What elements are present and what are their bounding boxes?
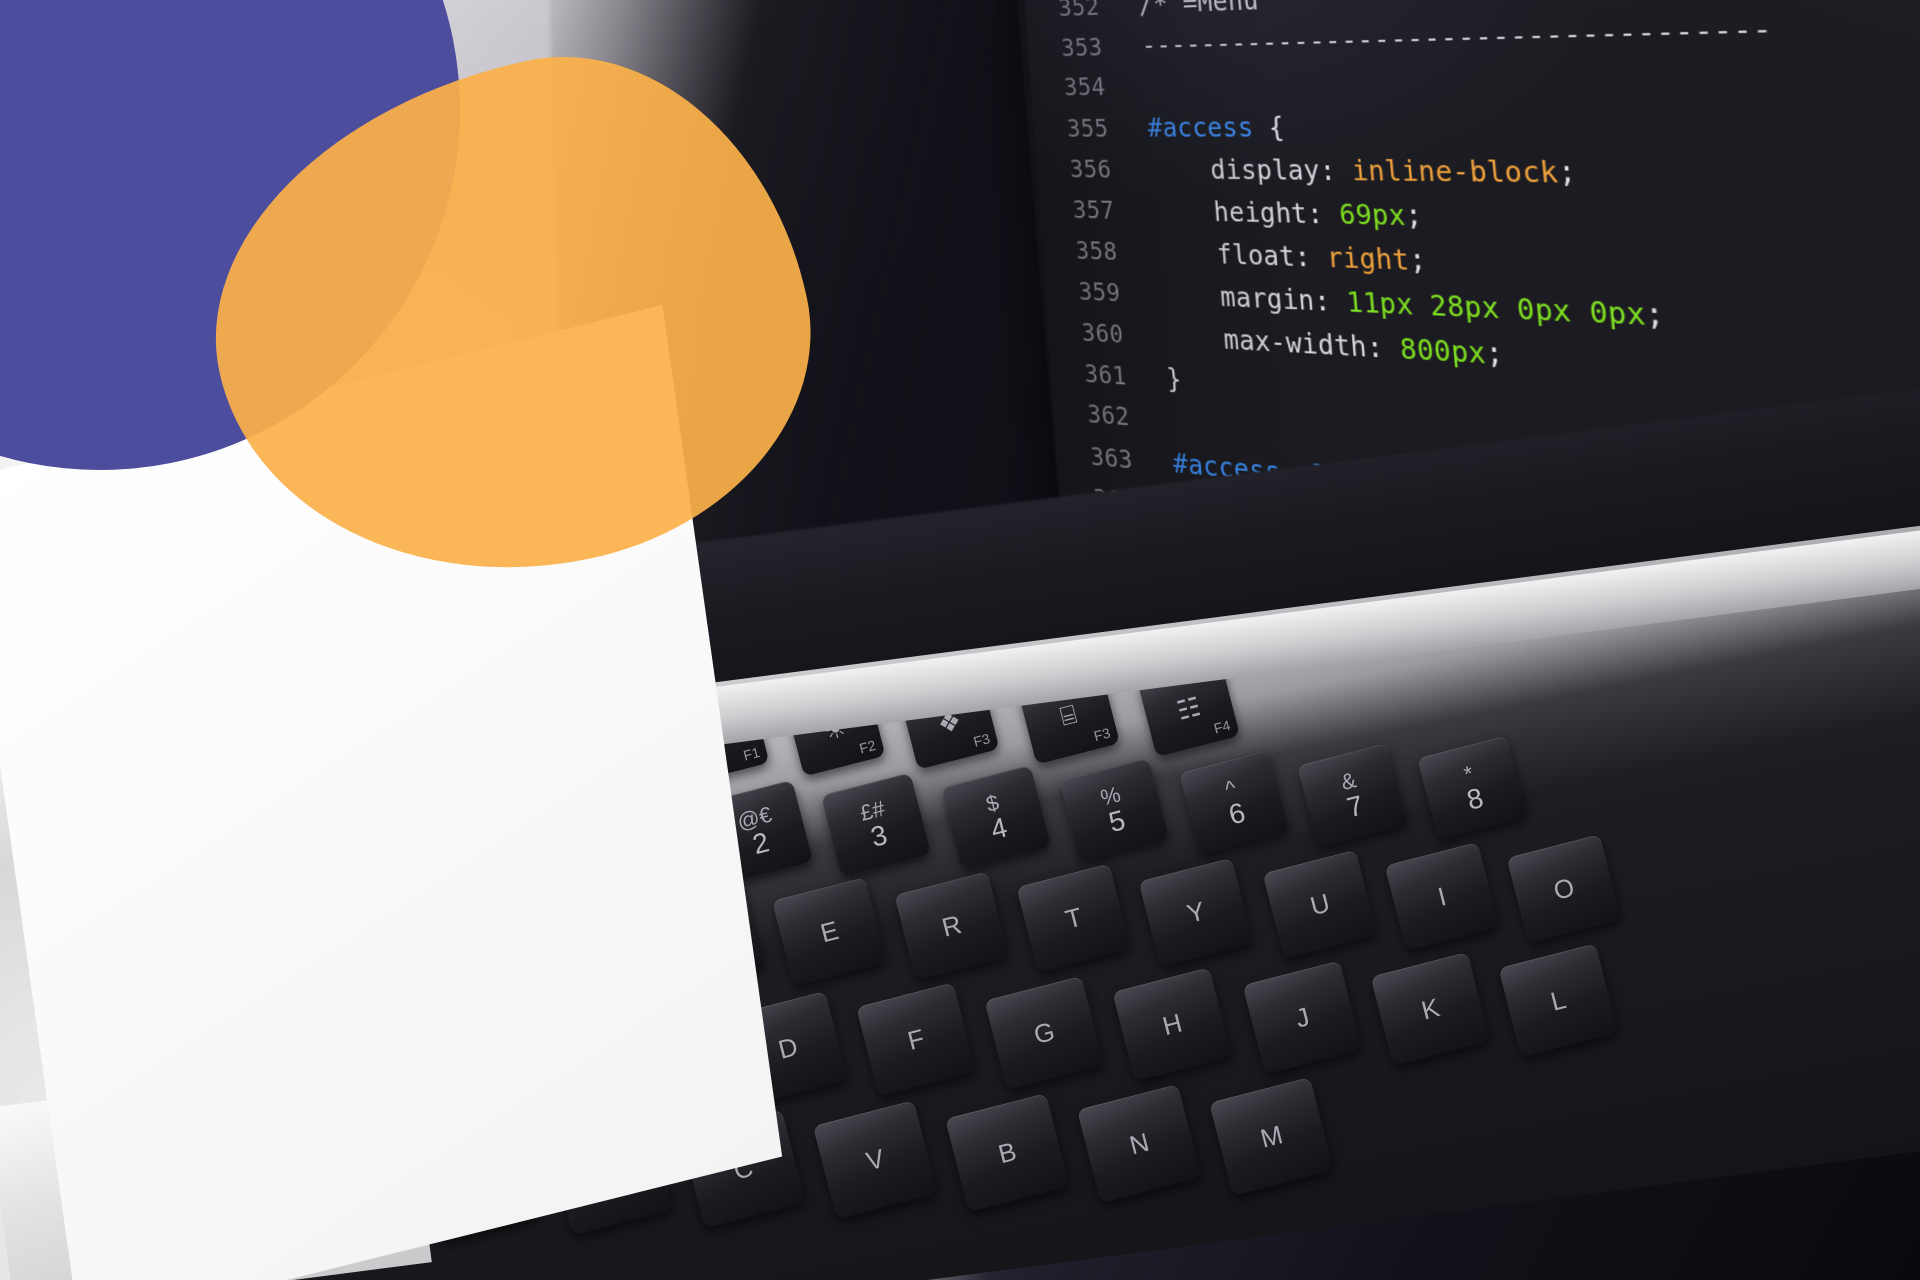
key-legend: L bbox=[1547, 983, 1569, 1017]
line-number: 356 bbox=[1069, 156, 1113, 184]
key-legend: £# 3 bbox=[857, 795, 895, 853]
code-token: ; bbox=[1556, 156, 1578, 190]
code-token: : bbox=[1313, 285, 1349, 319]
key-v[interactable]: V bbox=[812, 1100, 938, 1220]
key-u[interactable]: U bbox=[1262, 849, 1378, 959]
key-legend: E bbox=[817, 914, 842, 948]
key-f[interactable]: F bbox=[856, 982, 976, 1097]
code-token: #access bbox=[1146, 112, 1255, 144]
screenshot-stage: 347.widget-area-sidebar .textwidget {348… bbox=[0, 0, 1920, 1280]
key-legend: U bbox=[1307, 886, 1333, 921]
key-legend-lower: 5 bbox=[1105, 804, 1129, 838]
key-function-label: F3 bbox=[971, 730, 992, 750]
code-token: ; bbox=[1484, 337, 1505, 372]
key-legend: H bbox=[1159, 1006, 1185, 1041]
key-8[interactable]: * 8 bbox=[1417, 735, 1528, 840]
key-m[interactable]: M bbox=[1209, 1077, 1334, 1196]
key-function-label: F2 bbox=[857, 736, 878, 757]
key-i[interactable]: I bbox=[1384, 841, 1500, 952]
key-legend: O bbox=[1550, 871, 1578, 906]
key-legend: G bbox=[1030, 1015, 1058, 1050]
key-4[interactable]: $4 bbox=[941, 765, 1052, 870]
code-token: right bbox=[1325, 242, 1411, 277]
key-j[interactable]: J bbox=[1242, 960, 1363, 1075]
code-token: ; bbox=[1643, 297, 1667, 333]
key-legend: V bbox=[862, 1142, 888, 1176]
code-token: float bbox=[1156, 237, 1297, 273]
code-token: display bbox=[1149, 154, 1321, 187]
key-b[interactable]: B bbox=[945, 1093, 1070, 1213]
key-function-label: F3 bbox=[1092, 724, 1112, 745]
line-number: 357 bbox=[1071, 196, 1116, 226]
code-token: max-width bbox=[1162, 321, 1369, 364]
code-token: : bbox=[1293, 241, 1329, 274]
key-legend-lower: 7 bbox=[1343, 789, 1367, 824]
key-5[interactable]: % 5 bbox=[1059, 757, 1170, 863]
key-legend: ^ 6 bbox=[1220, 775, 1249, 831]
code-token: 11px 28px 0px 0px bbox=[1345, 286, 1648, 333]
code-token: 69px bbox=[1338, 199, 1407, 232]
key-legend: ☷ bbox=[1173, 690, 1204, 726]
key-legend: ⌸ bbox=[1057, 698, 1080, 732]
key-h[interactable]: H bbox=[1112, 967, 1233, 1082]
key-legend: % 5 bbox=[1098, 781, 1130, 838]
key-legend: N bbox=[1126, 1126, 1152, 1160]
line-number: 354 bbox=[1063, 73, 1107, 102]
key-legend: T bbox=[1062, 901, 1085, 935]
key-legend: K bbox=[1418, 991, 1443, 1026]
code-token: : bbox=[1318, 155, 1354, 187]
key-legend-lower: 8 bbox=[1463, 781, 1487, 816]
key-n[interactable]: N bbox=[1076, 1084, 1202, 1203]
key-l[interactable]: L bbox=[1498, 943, 1619, 1058]
key-3[interactable]: £# 3 bbox=[821, 772, 932, 877]
key-k[interactable]: K bbox=[1370, 951, 1491, 1066]
key-legend: Y bbox=[1183, 895, 1208, 929]
code-token: margin bbox=[1159, 279, 1316, 317]
key-legend-lower: 2 bbox=[749, 826, 773, 860]
code-token: } bbox=[1165, 363, 1183, 395]
key-legend: F bbox=[904, 1022, 928, 1056]
key-legend: D bbox=[775, 1030, 801, 1065]
line-number: 359 bbox=[1077, 278, 1122, 308]
key-legend: J bbox=[1292, 1000, 1313, 1034]
key-function-label: F1 bbox=[741, 743, 762, 764]
line-number: 358 bbox=[1074, 237, 1119, 267]
line-number: 353 bbox=[1060, 34, 1104, 63]
key-legend: * 8 bbox=[1458, 760, 1486, 815]
key-y[interactable]: Y bbox=[1138, 857, 1254, 967]
key-6[interactable]: ^ 6 bbox=[1179, 750, 1290, 855]
key-legend: B bbox=[995, 1135, 1020, 1169]
line-number: 360 bbox=[1080, 319, 1125, 350]
key-legend: & 7 bbox=[1338, 767, 1367, 824]
key-r[interactable]: R bbox=[894, 871, 1010, 981]
key-legend: M bbox=[1257, 1118, 1286, 1154]
key-legend-lower: 6 bbox=[1225, 796, 1249, 831]
key-e[interactable]: E bbox=[771, 877, 887, 987]
key-function-label: F4 bbox=[1212, 717, 1232, 737]
code-token: inline-block bbox=[1350, 155, 1560, 190]
key-t[interactable]: T bbox=[1016, 863, 1132, 973]
line-number: 355 bbox=[1066, 115, 1110, 143]
code-token: /* =Menu bbox=[1137, 0, 1260, 20]
code-token: : bbox=[1305, 198, 1341, 231]
code-token: : bbox=[1365, 331, 1402, 366]
key-o[interactable]: O bbox=[1506, 834, 1622, 944]
code-token: 800px bbox=[1398, 333, 1488, 371]
key-g[interactable]: G bbox=[984, 975, 1105, 1090]
code-token: height bbox=[1152, 196, 1309, 230]
key-legend: R bbox=[938, 908, 965, 943]
key-legend-lower: 4 bbox=[987, 811, 1011, 846]
key-legend: $4 bbox=[982, 789, 1011, 846]
key-legend-lower: 3 bbox=[867, 818, 891, 853]
key-legend: I bbox=[1434, 880, 1450, 912]
code-token: ; bbox=[1407, 244, 1428, 278]
key-legend: @€ 2 bbox=[734, 801, 782, 861]
line-number: 352 bbox=[1057, 0, 1101, 23]
key-7[interactable]: & 7 bbox=[1297, 743, 1408, 848]
code-token: ; bbox=[1403, 200, 1424, 233]
code-token: { bbox=[1251, 112, 1286, 144]
